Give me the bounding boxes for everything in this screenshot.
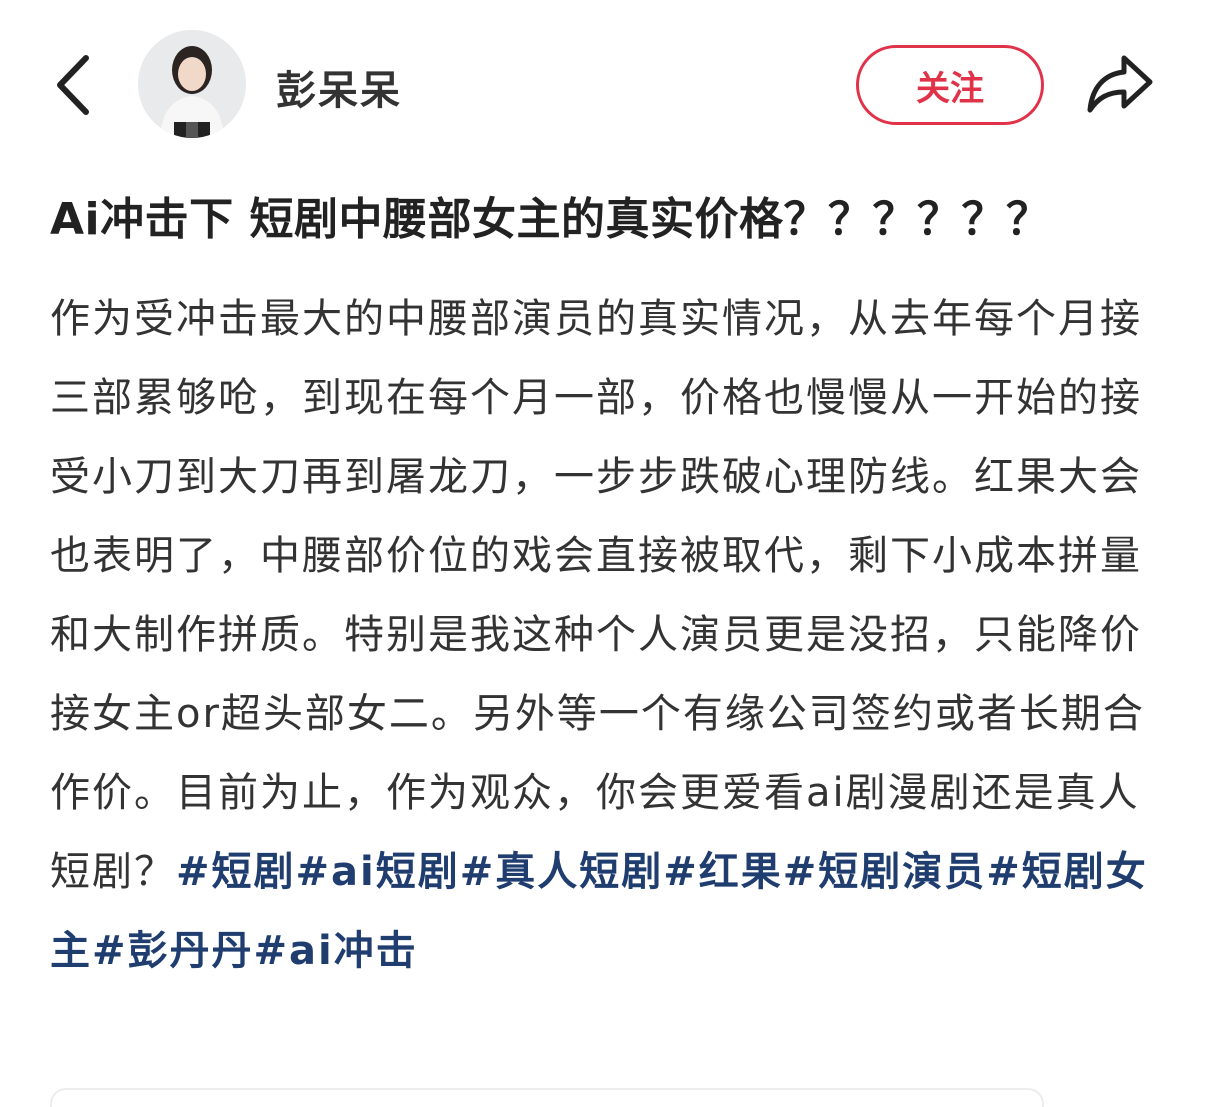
comment-card <box>50 1088 1044 1107</box>
author-name[interactable]: 彭呆呆 <box>276 58 402 116</box>
hashtag[interactable]: #短剧 <box>176 849 296 895</box>
post-header: 彭呆呆 关注 <box>0 0 1206 170</box>
avatar-image <box>138 30 246 138</box>
hashtag-list: #短剧#ai短剧#真人短剧#红果#短剧演员#短剧女主#彭丹丹#ai冲击 <box>50 849 1148 974</box>
post-body: 作为受冲击最大的中腰部演员的真实情况，从去年每个月接三部累够呛，到现在每个月一部… <box>50 280 1160 991</box>
post-body-text: 作为受冲击最大的中腰部演员的真实情况，从去年每个月接三部累够呛，到现在每个月一部… <box>50 296 1145 895</box>
hashtag[interactable]: #红果 <box>663 849 783 895</box>
post-title: Ai冲击下 短剧中腰部女主的真实价格？？？？？？ <box>50 194 1051 245</box>
hashtag[interactable]: #彭丹丹 <box>92 928 254 974</box>
hashtag[interactable]: #短剧演员 <box>783 849 987 895</box>
back-button[interactable] <box>44 50 104 120</box>
hashtag[interactable]: #真人短剧 <box>460 849 664 895</box>
share-arrow-icon <box>1087 55 1153 113</box>
share-button[interactable] <box>1084 48 1156 120</box>
follow-button[interactable]: 关注 <box>856 45 1044 125</box>
author-avatar[interactable] <box>138 30 246 138</box>
hashtag[interactable]: #ai短剧 <box>296 849 460 895</box>
chevron-left-icon <box>57 55 89 115</box>
hashtag[interactable]: #ai冲击 <box>254 928 418 974</box>
